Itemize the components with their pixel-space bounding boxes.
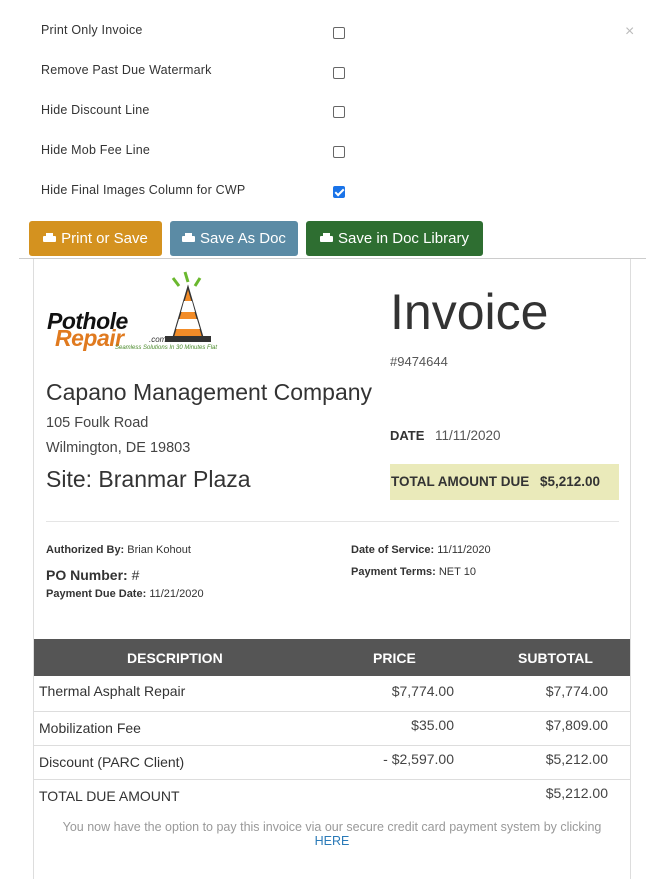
close-icon[interactable]: × [625,23,634,41]
table-row-subtotal: $7,809.00 [545,717,608,733]
option-print-only-invoice-label: Print Only Invoice [41,23,143,37]
invoice-number: #9474644 [390,354,448,369]
po-number-label: PO Number: [46,567,128,583]
payment-terms-label: Payment Terms: [351,566,436,578]
table-row-description: TOTAL DUE AMOUNT [39,788,180,804]
option-hide-discount-checkbox[interactable] [333,106,345,118]
printer-icon [43,233,57,244]
po-number: PO Number: # [46,567,139,583]
print-or-save-button[interactable]: Print or Save [29,221,162,256]
row-divider [34,745,630,746]
client-company: Capano Management Company [46,379,373,405]
option-hide-final-images-checkbox[interactable] [333,186,345,198]
payment-note: You now have the option to pay this invo… [34,820,630,848]
save-in-doc-library-button[interactable]: Save in Doc Library [306,221,483,256]
table-row-subtotal: $5,212.00 [545,785,608,801]
save-in-doc-library-label: Save in Doc Library [338,230,469,247]
client-address2: Wilmington, DE 19803 [46,440,191,456]
line-items-table-header: DESCRIPTION PRICE SUBTOTAL [34,639,630,676]
client-address1: 105 Foulk Road [46,415,149,431]
row-divider [34,711,630,712]
option-hide-final-images-label: Hide Final Images Column for CWP [41,183,246,197]
option-print-only-invoice-checkbox[interactable] [333,27,345,39]
print-or-save-label: Print or Save [61,230,148,247]
logo-line2: Repair [55,325,124,351]
invoice-date: 11/11/2020 [435,428,501,443]
po-number-value: # [131,567,140,583]
column-header-description: DESCRIPTION [127,650,223,666]
option-hide-mob-fee-checkbox[interactable] [333,146,345,158]
logo-tagline: Seamless Solutions In 30 Minutes Flat [115,345,218,351]
pay-here-link[interactable]: HERE [315,834,350,848]
table-row-subtotal: $7,774.00 [545,683,608,699]
table-row-description: Mobilization Fee [39,720,141,736]
authorized-by: Authorized By: Brian Kohout [46,544,191,556]
printer-icon [182,233,196,244]
table-row-description: Discount (PARC Client) [39,754,185,770]
option-hide-mob-fee-label: Hide Mob Fee Line [41,143,151,157]
payment-due-date-label: Payment Due Date: [46,588,147,600]
row-divider [34,779,630,780]
column-header-subtotal: SUBTOTAL [518,650,593,666]
option-remove-watermark-checkbox[interactable] [333,67,345,79]
option-hide-discount-label: Hide Discount Line [41,103,150,117]
printer-icon [320,233,334,244]
payment-note-text: You now have the option to pay this invo… [62,820,602,834]
payment-due-date: Payment Due Date: 11/21/2020 [46,588,204,600]
save-as-doc-label: Save As Doc [200,230,286,247]
payment-terms-value: NET 10 [438,566,476,578]
save-as-doc-button[interactable]: Save As Doc [170,221,298,256]
client-site: Site: Branmar Plaza [46,466,251,492]
authorized-by-value: Brian Kohout [127,544,191,556]
payment-terms: Payment Terms: NET 10 [351,566,476,578]
divider [46,521,619,522]
table-row-subtotal: $5,212.00 [545,751,608,767]
total-amount-due-value: $5,212.00 [540,474,601,489]
authorized-by-label: Authorized By: [46,544,125,556]
invoice-title: Invoice [390,284,549,340]
date-of-service: Date of Service: 11/11/2020 [351,544,491,556]
company-logo: Pothole Repair .com Seamless Solutions I… [45,270,225,355]
table-row-description: Thermal Asphalt Repair [39,683,186,699]
date-of-service-value: 11/11/2020 [437,544,491,556]
logo-suffix: .com [149,335,167,344]
payment-due-date-value: 11/21/2020 [149,588,204,600]
option-remove-watermark-label: Remove Past Due Watermark [41,63,212,77]
column-header-price: PRICE [373,650,416,666]
total-amount-due-label: TOTAL AMOUNT DUE [391,474,530,489]
total-amount-due-box: TOTAL AMOUNT DUE $5,212.00 [390,464,619,500]
date-label: DATE [390,428,425,443]
date-of-service-label: Date of Service: [351,544,435,556]
